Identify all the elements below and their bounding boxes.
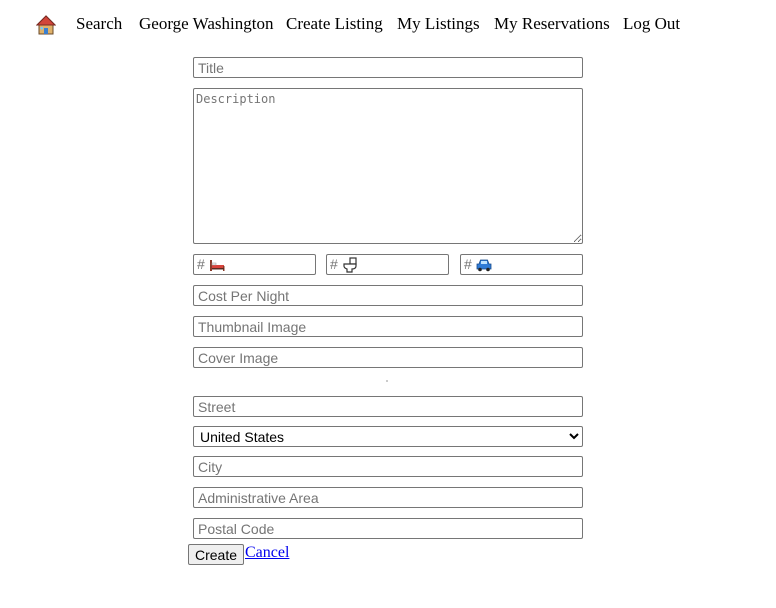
bathrooms-input[interactable]: # — [326, 254, 449, 275]
create-button[interactable]: Create — [188, 544, 244, 565]
street-input[interactable] — [193, 396, 583, 417]
description-textarea[interactable] — [193, 88, 583, 244]
car-icon — [476, 259, 492, 272]
administrative-area-input[interactable] — [193, 487, 583, 508]
bed-icon — [210, 260, 225, 271]
create-listing-form: # # # United States Create C — [0, 0, 776, 608]
cover-image-input[interactable] — [193, 347, 583, 368]
postal-code-input[interactable] — [193, 518, 583, 539]
cost-per-night-input[interactable] — [193, 285, 583, 306]
parking-input[interactable]: # — [460, 254, 583, 275]
bedrooms-hash-label: # — [197, 256, 205, 272]
bathrooms-hash-label: # — [330, 256, 338, 272]
toilet-icon — [343, 257, 357, 273]
parking-hash-label: # — [464, 256, 472, 272]
divider-dot — [386, 380, 388, 382]
bedrooms-input[interactable]: # — [193, 254, 316, 275]
title-input[interactable] — [193, 57, 583, 78]
country-select[interactable]: United States — [193, 426, 583, 447]
city-input[interactable] — [193, 456, 583, 477]
thumbnail-image-input[interactable] — [193, 316, 583, 337]
cancel-link[interactable]: Cancel — [245, 544, 289, 562]
